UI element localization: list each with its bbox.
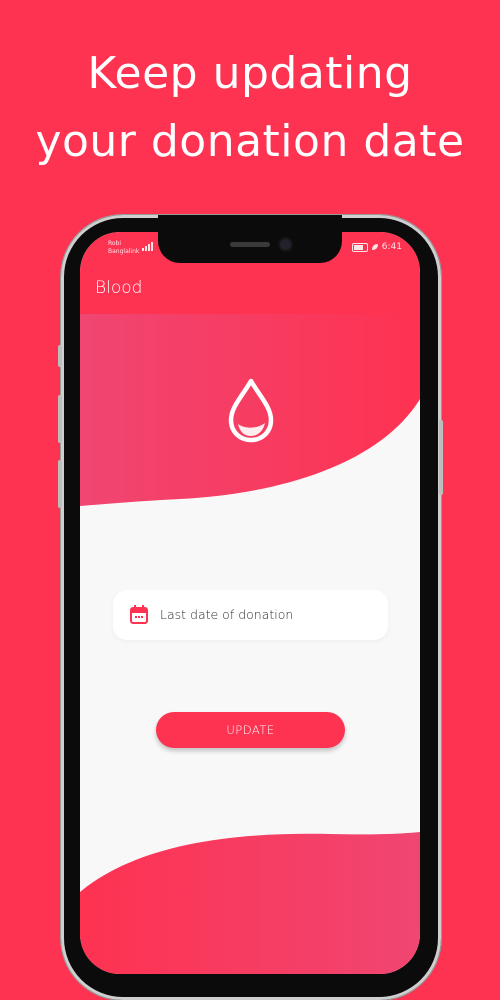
headline-line-1: Keep updating [87, 48, 413, 99]
update-button[interactable]: UPDATE [156, 712, 345, 748]
phone-side-button [58, 460, 62, 508]
app-screen: Robi Banglalink 6:41 Blood Last date of … [80, 232, 420, 974]
carrier-primary: Robi [108, 240, 122, 247]
blood-drop-icon [228, 378, 274, 443]
carrier-secondary: Banglalink [108, 248, 140, 255]
speaker-grille [230, 242, 270, 247]
headline-line-2: your donation date [35, 116, 465, 167]
phone-side-button [439, 420, 443, 495]
status-right: 6:41 [351, 242, 402, 252]
carrier-info: Robi Banglalink [108, 240, 139, 256]
front-camera [280, 239, 291, 250]
phone-notch [158, 215, 342, 263]
calendar-icon [130, 605, 148, 624]
app-title: Blood [95, 278, 143, 298]
battery-icon [351, 242, 368, 252]
app-bar: Blood [80, 262, 420, 314]
phone-side-button [58, 345, 62, 367]
signal-icon [142, 242, 153, 251]
phone-side-button [58, 395, 62, 443]
leaf-icon [371, 244, 378, 250]
last-donation-date-field[interactable]: Last date of donation [113, 590, 388, 640]
status-time: 6:41 [381, 242, 402, 252]
date-field-label: Last date of donation [160, 607, 294, 622]
footer-wave [80, 832, 420, 974]
promo-headline: Keep updating your donation date [0, 40, 500, 176]
